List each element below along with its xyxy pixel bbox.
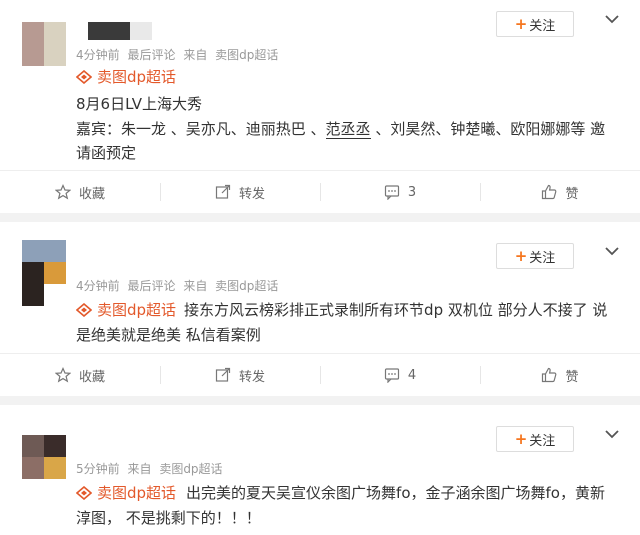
post-text-line: 卖图dp超话 接东方风云榜彩排正式录制所有环节dp 双机位 部分人不接了 说 bbox=[76, 299, 607, 320]
topic-label: 卖图dp超话 bbox=[97, 68, 177, 86]
favorite-label: 收藏 bbox=[78, 186, 105, 202]
comment-count: 3 bbox=[407, 184, 417, 200]
repost-label: 转发 bbox=[238, 186, 265, 202]
post-text-line: 淳图， 不是挑剩下的！！！ bbox=[76, 509, 261, 527]
username-blurred[interactable] bbox=[88, 22, 130, 40]
post-text-segment: 接东方风云榜彩排正式录制所有环节dp 双机位 部分人不接了 说 bbox=[184, 301, 608, 319]
post-actions-1: 收藏 转发 3 赞 bbox=[0, 170, 640, 213]
topic-tag[interactable]: 卖图dp超话 bbox=[76, 301, 176, 319]
repost-icon bbox=[215, 367, 231, 382]
from-label: 来自 bbox=[127, 462, 152, 476]
post-meta: 5分钟前 来自 卖图dp超话 bbox=[76, 460, 227, 477]
post-text-line: 嘉宾：朱一龙 、吴亦凡、迪丽热巴 、范丞丞 、刘昊然、钟楚曦、欧阳娜娜等 邀 bbox=[76, 118, 605, 139]
username-blurred-2 bbox=[130, 22, 152, 40]
avatar[interactable] bbox=[22, 435, 66, 479]
repost-label: 转发 bbox=[238, 369, 265, 385]
last-comment-label: 最后评论 bbox=[127, 48, 176, 62]
from-label: 来自 bbox=[183, 48, 208, 62]
favorite-button[interactable]: 收藏 bbox=[0, 171, 160, 213]
like-button[interactable]: 赞 bbox=[480, 171, 640, 213]
thumbs-up-icon bbox=[542, 367, 557, 383]
post-text-line: 8月6日LV上海大秀 bbox=[76, 95, 203, 113]
post-time: 4分钟前 bbox=[76, 48, 120, 62]
repost-button[interactable]: 转发 bbox=[160, 171, 320, 213]
follow-label: 关注 bbox=[529, 433, 556, 449]
follow-button[interactable]: + 关注 bbox=[496, 11, 574, 37]
like-button[interactable]: 赞 bbox=[480, 354, 640, 396]
comment-icon bbox=[384, 368, 399, 383]
post-text-line: 卖图dp超话 出完美的夏天吴宣仪余图广场舞fo，金子涵余图广场舞fo，黄新 bbox=[76, 482, 605, 503]
repost-icon bbox=[215, 184, 231, 199]
super-topic-icon bbox=[76, 70, 92, 84]
avatar-extension bbox=[22, 284, 44, 306]
post-text-segment: 、刘昊然、钟楚曦、欧阳娜娜等 邀 bbox=[370, 120, 606, 138]
post-card-2: 4分钟前 最后评论 来自 卖图dp超话 + 关注 卖图dp超话 接东方风云榜彩排正… bbox=[0, 222, 640, 353]
super-topic-icon bbox=[76, 486, 92, 500]
post-text-link[interactable]: 范丞丞 bbox=[325, 120, 371, 139]
chevron-down-icon[interactable] bbox=[604, 11, 620, 27]
avatar[interactable] bbox=[22, 240, 66, 284]
favorite-button[interactable]: 收藏 bbox=[0, 354, 160, 396]
comment-icon bbox=[384, 185, 399, 200]
like-label: 赞 bbox=[565, 186, 579, 202]
post-text-line: 是绝美就是绝美 私信看案例 bbox=[76, 326, 261, 344]
super-topic-icon bbox=[76, 303, 92, 317]
comment-button[interactable]: 3 bbox=[320, 171, 480, 213]
follow-label: 关注 bbox=[529, 250, 556, 266]
topic-tag[interactable]: 卖图dp超话 bbox=[76, 66, 176, 87]
post-card-3: 5分钟前 来自 卖图dp超话 + 关注 卖图dp超话 出完美的夏天吴宣仪余图广场舞… bbox=[0, 405, 640, 535]
source-link[interactable]: 卖图dp超话 bbox=[215, 279, 278, 293]
thumbs-up-icon bbox=[542, 184, 557, 200]
post-text-line: 请函预定 bbox=[76, 144, 137, 162]
source-link[interactable]: 卖图dp超话 bbox=[215, 48, 278, 62]
star-icon bbox=[54, 184, 71, 200]
like-label: 赞 bbox=[565, 369, 579, 385]
follow-button[interactable]: + 关注 bbox=[496, 426, 574, 452]
post-text-segment: 出完美的夏天吴宣仪余图广场舞fo，金子涵余图广场舞fo，黄新 bbox=[186, 484, 605, 502]
from-label: 来自 bbox=[183, 279, 208, 293]
follow-label: 关注 bbox=[529, 18, 556, 34]
post-meta: 4分钟前 最后评论 来自 卖图dp超话 bbox=[76, 46, 282, 63]
follow-button[interactable]: + 关注 bbox=[496, 243, 574, 269]
favorite-label: 收藏 bbox=[78, 369, 105, 385]
last-comment-label: 最后评论 bbox=[127, 279, 176, 293]
plus-icon: + bbox=[514, 247, 528, 265]
source-link[interactable]: 卖图dp超话 bbox=[159, 462, 222, 476]
topic-tag[interactable]: 卖图dp超话 bbox=[76, 484, 176, 502]
post-time: 5分钟前 bbox=[76, 462, 120, 476]
chevron-down-icon[interactable] bbox=[604, 243, 620, 259]
comment-button[interactable]: 4 bbox=[320, 354, 480, 396]
topic-label: 卖图dp超话 bbox=[97, 301, 177, 319]
comment-count: 4 bbox=[407, 367, 417, 383]
post-meta: 4分钟前 最后评论 来自 卖图dp超话 bbox=[76, 277, 282, 294]
topic-label: 卖图dp超话 bbox=[97, 484, 177, 502]
post-actions-2: 收藏 转发 4 赞 bbox=[0, 353, 640, 396]
repost-button[interactable]: 转发 bbox=[160, 354, 320, 396]
plus-icon: + bbox=[514, 15, 528, 33]
chevron-down-icon[interactable] bbox=[604, 426, 620, 442]
star-icon bbox=[54, 367, 71, 383]
avatar[interactable] bbox=[22, 22, 66, 66]
post-card-1: 4分钟前 最后评论 来自 卖图dp超话 + 关注 卖图dp超话 8月6日LV上海… bbox=[0, 0, 640, 170]
post-text-segment: 嘉宾：朱一龙 、吴亦凡、迪丽热巴 、 bbox=[76, 120, 326, 138]
plus-icon: + bbox=[514, 430, 528, 448]
post-time: 4分钟前 bbox=[76, 279, 120, 293]
